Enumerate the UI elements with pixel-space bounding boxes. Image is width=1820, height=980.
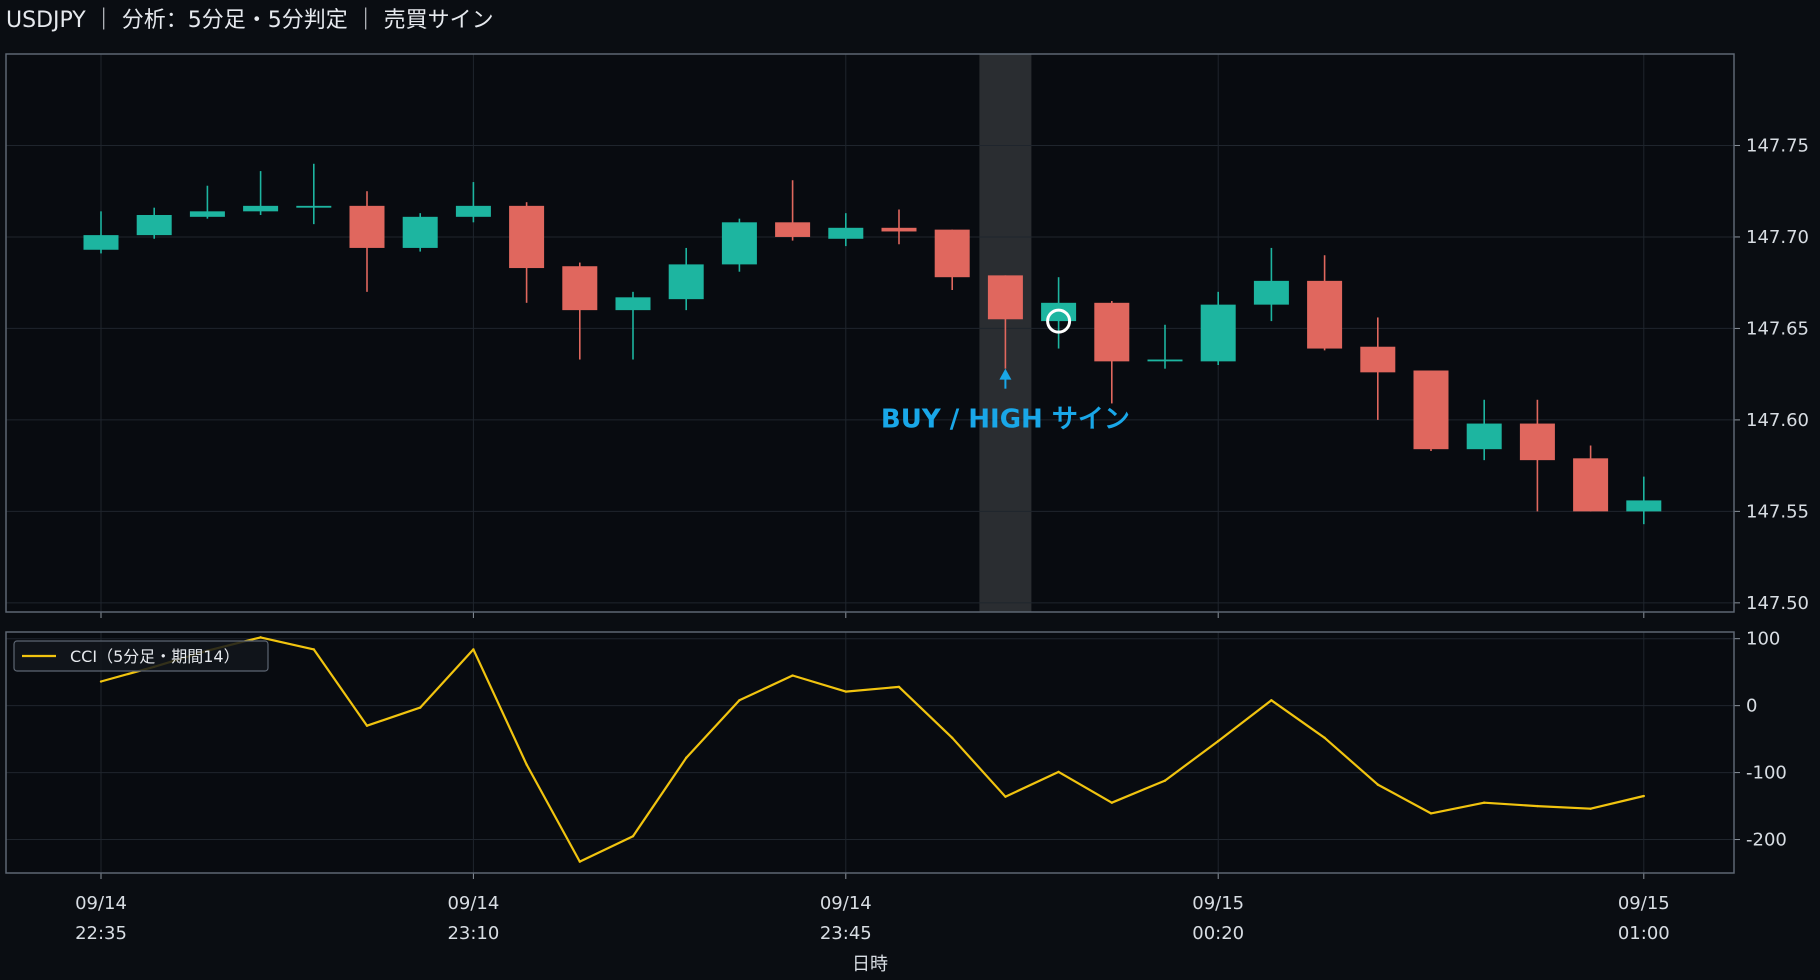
price-panel-bg [6, 54, 1734, 612]
cci-point [419, 706, 422, 709]
candle-body [775, 222, 811, 237]
cci-point [1536, 804, 1539, 808]
price-y-tick-label: 147.60 [1746, 410, 1809, 431]
candle-body [1147, 359, 1183, 362]
cci-point [1376, 783, 1380, 786]
candle-body [1413, 370, 1449, 450]
candle-body [349, 205, 385, 248]
candle-body [455, 205, 491, 217]
cci-point [631, 834, 635, 838]
chart-root: USDJPY ｜ 分析：5分足・5分判定 ｜ 売買サイン 147.50 147.5… [0, 0, 1820, 980]
candle-body [136, 214, 172, 236]
x-tick-time: 23:10 [447, 923, 499, 944]
cci-point [1217, 739, 1220, 743]
cci-point [1429, 812, 1433, 815]
candle-body [987, 275, 1023, 320]
candle [402, 213, 438, 252]
cci-point [951, 736, 954, 739]
candle-body [1253, 280, 1289, 305]
candle-body [615, 297, 651, 311]
cci-point [1483, 801, 1486, 804]
cci-point [844, 690, 847, 693]
cci-y-tick-label: -200 [1746, 830, 1787, 851]
candle-body [668, 264, 704, 300]
candle [1413, 370, 1449, 452]
cci-point [472, 648, 475, 651]
candle-body [1519, 423, 1555, 461]
x-axis-label: 日時 [852, 954, 888, 975]
cci-point [259, 636, 262, 639]
candle-body [1307, 280, 1343, 349]
cci-point [1270, 699, 1273, 702]
cci-y-tick-label: 100 [1746, 629, 1780, 650]
x-tick-time: 23:45 [820, 923, 872, 944]
candle-body [83, 235, 119, 250]
cci-point [791, 674, 794, 677]
cci-point [578, 860, 581, 863]
legend-label: CCI（5分足・期間14） [70, 647, 240, 666]
candle-body [562, 266, 598, 311]
cci-point [685, 756, 688, 760]
candle-body [1360, 346, 1396, 373]
cci-point [1110, 801, 1114, 804]
candle-body [243, 205, 279, 212]
cci-legend: CCI（5分足・期間14） [13, 640, 269, 672]
candle-body [828, 227, 864, 239]
cci-point [897, 685, 901, 689]
cci-point [312, 648, 315, 651]
buy-signal-label: BUY / HIGH サイン [881, 405, 1130, 435]
price-y-tick-label: 147.70 [1746, 227, 1809, 248]
cci-point [99, 680, 103, 683]
candle-body [1041, 302, 1077, 322]
cci-y-tick-label: -100 [1746, 763, 1787, 784]
x-tick-date: 09/15 [1192, 893, 1244, 914]
chart-svg: 147.50 147.55 147.60 147.65 147.70 147.75 BUY … [5, 53, 1809, 975]
cci-point [1004, 795, 1007, 798]
candle-body [402, 216, 438, 248]
cci-y-tick-label: 0 [1746, 696, 1757, 717]
price-y-tick-label: 147.55 [1746, 501, 1809, 522]
cci-point [1589, 807, 1592, 810]
cci-point [1057, 770, 1060, 774]
cci-point [738, 699, 741, 702]
candle-body [934, 229, 970, 278]
candle-body [721, 222, 757, 265]
candle-body [1626, 500, 1662, 512]
cci-point [1642, 794, 1646, 798]
x-tick-date: 09/14 [75, 893, 127, 914]
cci-point [1163, 779, 1167, 782]
price-y-tick-label: 147.65 [1746, 318, 1809, 339]
x-tick-time: 01:00 [1618, 923, 1670, 944]
candle-body [1573, 458, 1609, 512]
candle-body [1094, 302, 1130, 362]
price-y-tick-label: 147.50 [1746, 593, 1809, 614]
x-tick-date: 09/14 [820, 893, 872, 914]
candle-body [296, 205, 332, 208]
candle-body [189, 211, 225, 217]
x-tick-time: 22:35 [75, 923, 127, 944]
candle-body [1466, 423, 1502, 450]
cci-point [525, 763, 528, 766]
x-tick-date: 09/15 [1618, 893, 1670, 914]
candle-body [881, 227, 917, 232]
cci-point [365, 724, 369, 727]
candle [721, 218, 757, 272]
x-tick-date: 09/14 [447, 893, 499, 914]
candle-body [509, 205, 545, 269]
price-y-tick-label: 147.75 [1746, 135, 1809, 156]
candle-body [1200, 304, 1236, 362]
cci-point [1323, 736, 1326, 739]
x-tick-time: 00:20 [1192, 923, 1244, 944]
